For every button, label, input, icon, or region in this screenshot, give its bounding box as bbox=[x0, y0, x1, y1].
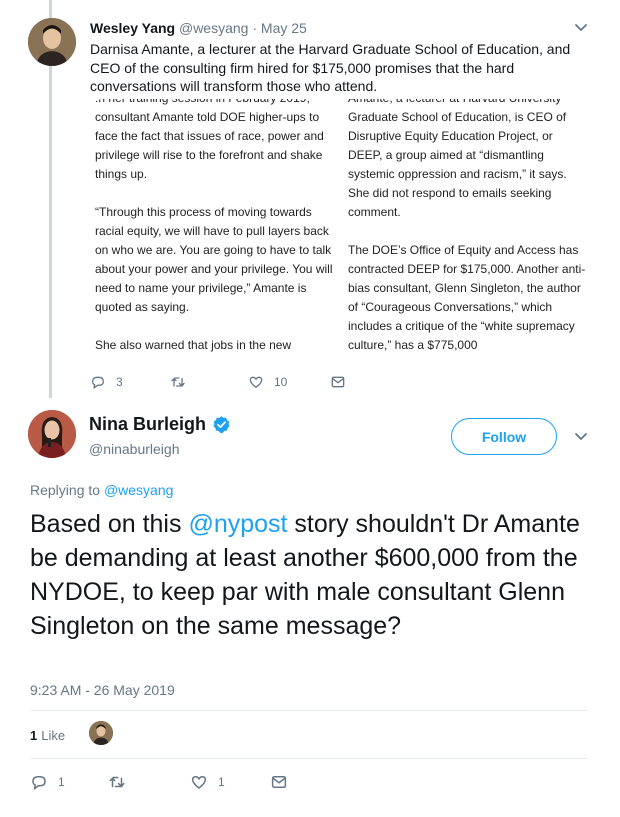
chevron-down-icon[interactable] bbox=[574, 431, 588, 443]
direct-message-icon bbox=[271, 776, 287, 788]
like-count: 1 bbox=[218, 775, 225, 789]
direct-message-icon bbox=[331, 376, 345, 388]
direct-message-action[interactable] bbox=[330, 374, 346, 390]
verified-badge-icon bbox=[213, 416, 230, 433]
mention-link[interactable]: @nypost bbox=[188, 510, 287, 538]
replying-prefix: Replying to bbox=[30, 482, 101, 498]
tweet-text-before: Based on this bbox=[30, 510, 189, 538]
article-cut-line: Amante, a lecturer at Harvard University bbox=[348, 99, 586, 108]
avatar-nina-burleigh[interactable] bbox=[28, 410, 76, 458]
liker-avatar[interactable] bbox=[89, 721, 113, 745]
parent-author-name[interactable]: Wesley Yang bbox=[90, 20, 175, 36]
retweet-icon bbox=[171, 377, 185, 387]
article-screenshot[interactable]: In her training session in February 2019… bbox=[91, 99, 589, 361]
retweet-action[interactable] bbox=[170, 374, 196, 390]
retweet-action[interactable] bbox=[108, 773, 136, 791]
article-cut-line: In her training session in February 2019… bbox=[95, 99, 333, 108]
reply-action[interactable]: 1 bbox=[30, 773, 65, 791]
retweet-icon bbox=[109, 776, 125, 788]
article-paragraph: She also warned that jobs in the new bbox=[95, 338, 292, 352]
header-separator: · bbox=[252, 20, 258, 36]
likes-count: 1 bbox=[30, 727, 38, 743]
likes-summary[interactable]: 1 Like bbox=[30, 722, 65, 748]
reply-count: 3 bbox=[116, 375, 123, 389]
likes-label: Like bbox=[41, 727, 66, 743]
like-icon bbox=[191, 776, 207, 789]
direct-message-action[interactable] bbox=[270, 773, 288, 791]
like-action[interactable]: 1 bbox=[190, 773, 225, 791]
replying-to-line: Replying to @wesyang bbox=[30, 482, 173, 498]
avatar-wesley-yang[interactable] bbox=[28, 18, 76, 66]
parent-tweet-date[interactable]: May 25 bbox=[261, 20, 307, 36]
parent-tweet-text: Darnisa Amante, a lecturer at the Harvar… bbox=[90, 41, 571, 94]
article-paragraph: The DOE’s Office of Equity and Access ha… bbox=[348, 243, 586, 352]
divider bbox=[30, 758, 588, 759]
author-name[interactable]: Nina Burleigh bbox=[89, 414, 206, 435]
like-count: 10 bbox=[274, 375, 288, 389]
like-action[interactable]: 10 bbox=[248, 374, 287, 390]
reply-icon bbox=[92, 376, 104, 389]
reply-icon bbox=[32, 776, 46, 790]
parent-tweet: Wesley Yang @wesyang · May 25 Darnisa Am… bbox=[0, 0, 620, 398]
article-column-right: Amante, a lecturer at Harvard University… bbox=[348, 99, 586, 361]
tweet-actions: 1 1 bbox=[30, 773, 330, 793]
chevron-down-icon[interactable] bbox=[574, 22, 588, 34]
author-handle[interactable]: @ninaburleigh bbox=[89, 441, 180, 457]
article-column-left: In her training session in February 2019… bbox=[95, 99, 333, 361]
like-icon bbox=[249, 376, 263, 388]
author-name-row: Nina Burleigh bbox=[89, 414, 231, 435]
parent-tweet-header: Wesley Yang @wesyang · May 25 bbox=[90, 20, 307, 36]
parent-tweet-actions: 3 10 bbox=[90, 374, 450, 394]
article-paragraph: “Through this process of moving towards … bbox=[95, 205, 333, 314]
replying-to-link[interactable]: @wesyang bbox=[104, 482, 173, 498]
parent-author-handle[interactable]: @wesyang bbox=[179, 20, 248, 36]
tweet-text: Based on this @nypost story shouldn't Dr… bbox=[30, 507, 600, 643]
divider bbox=[30, 710, 588, 711]
follow-button[interactable]: Follow bbox=[451, 418, 557, 455]
reply-count: 1 bbox=[58, 775, 65, 789]
reply-action[interactable]: 3 bbox=[90, 374, 123, 390]
tweet-timestamp[interactable]: 9:23 AM - 26 May 2019 bbox=[30, 682, 175, 698]
article-paragraph: consultant Amante told DOE higher-ups to… bbox=[95, 110, 324, 181]
article-paragraph: Graduate School of Education, is CEO of … bbox=[348, 110, 567, 219]
